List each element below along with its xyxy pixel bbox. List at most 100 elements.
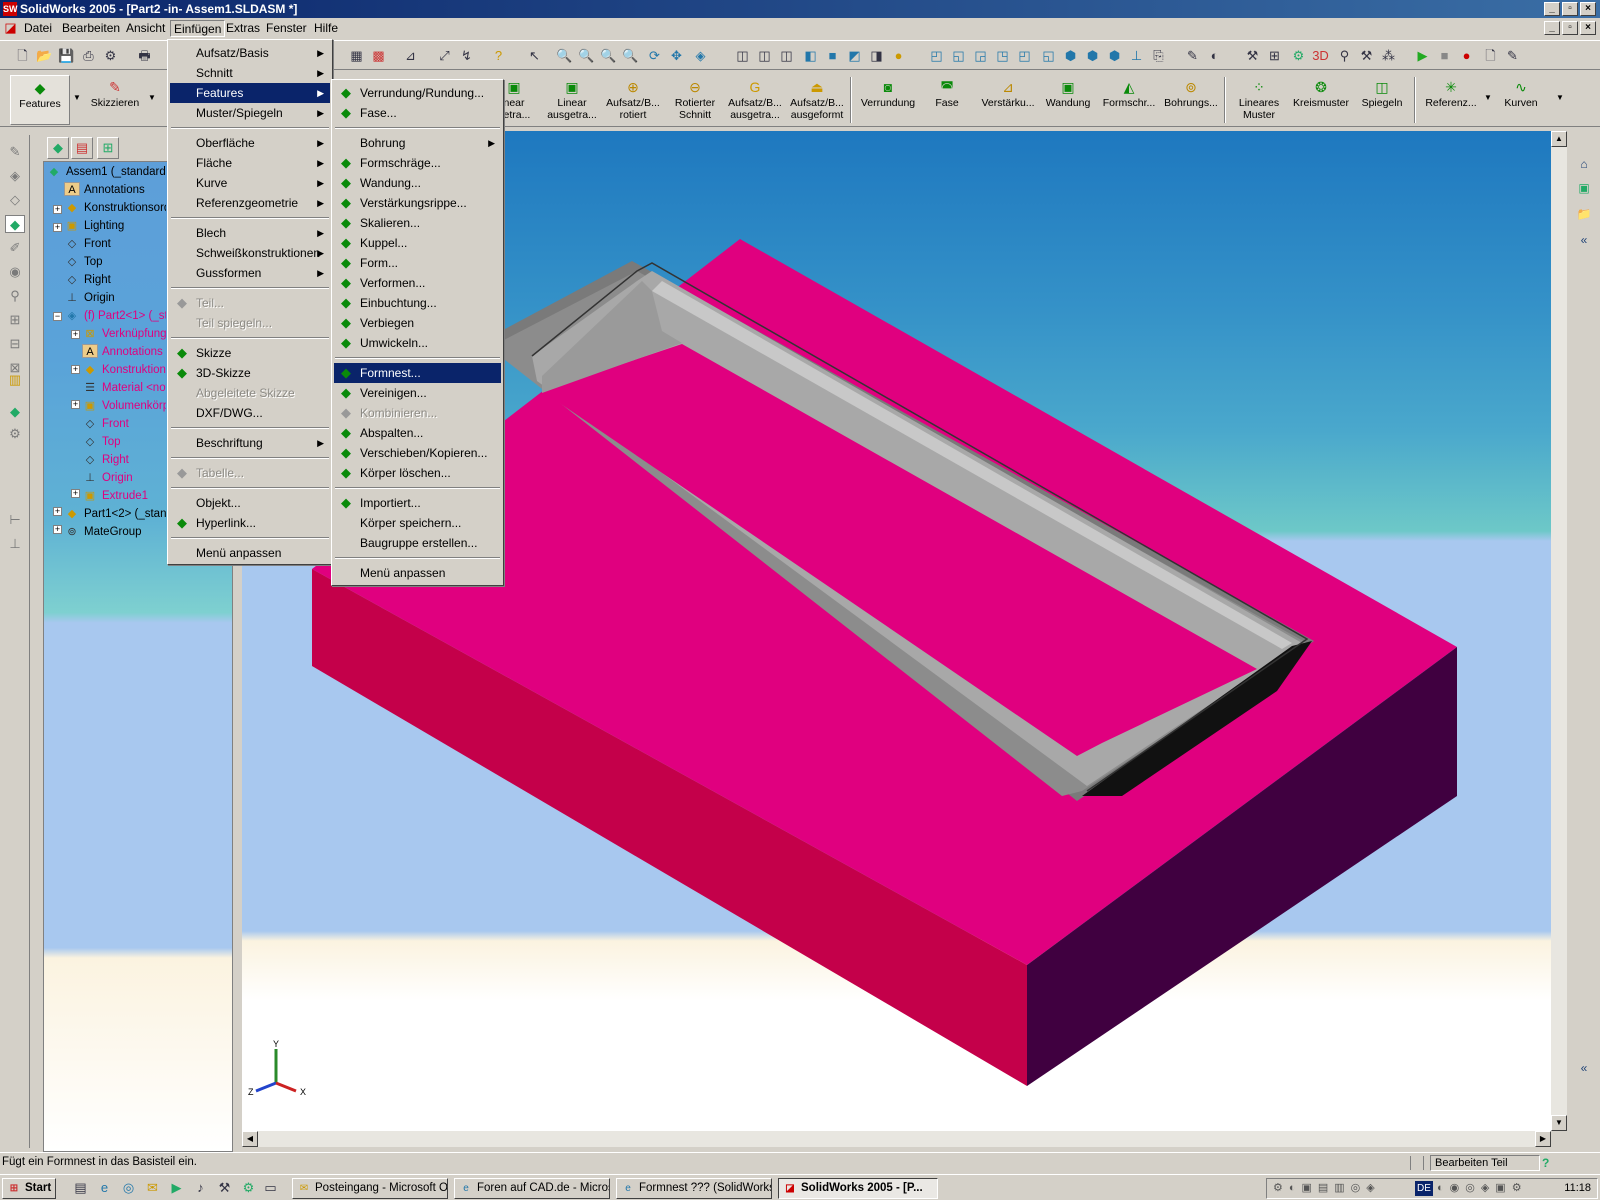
sketch-relations-icon[interactable]: ⊿ bbox=[402, 47, 419, 64]
tree-item-annotations[interactable]: A Annotations bbox=[64, 181, 166, 199]
expand-toggle[interactable]: + bbox=[71, 489, 80, 498]
cm-loft-boss[interactable]: ⏏ Aufsatz/B... ausgeformt bbox=[786, 75, 848, 125]
tree-item-top-plane[interactable]: ◇ Top bbox=[64, 253, 166, 271]
tree-item-origin[interactable]: ⊥ Origin bbox=[64, 289, 166, 307]
sheetmetal-tool-icon[interactable]: ⊟ bbox=[5, 335, 25, 353]
annotation-tool-icon[interactable]: ✐ bbox=[5, 239, 25, 257]
tree-item-right-plane[interactable]: ◇ Right bbox=[64, 271, 166, 289]
view-top-icon[interactable]: ◰ bbox=[1016, 47, 1033, 64]
menu-item-flache[interactable]: Fläche ▶ bbox=[170, 153, 330, 173]
cm-draft[interactable]: ◭ Formschr... bbox=[1098, 75, 1160, 125]
dimension-tool-icon[interactable]: ⊥ bbox=[5, 535, 25, 553]
features-tool-icon[interactable]: ◈ bbox=[5, 167, 25, 185]
menu-item-korper-speichern[interactable]: Körper speichern... bbox=[334, 513, 501, 533]
home-icon[interactable]: ⌂ bbox=[1576, 157, 1592, 173]
menu-item-vereinigen[interactable]: ◆ Vereinigen... bbox=[334, 383, 501, 403]
quicklaunch-media-icon[interactable]: ▶ bbox=[168, 1179, 185, 1196]
doc-close-button[interactable]: × bbox=[1580, 21, 1596, 35]
task-formnest-thread[interactable]: e Formnest ??? (SolidWorks... bbox=[616, 1178, 772, 1199]
tree-item-part-origin[interactable]: ⊥ Origin bbox=[82, 469, 166, 487]
help-icon[interactable]: ? bbox=[490, 47, 507, 64]
gear-tool-icon[interactable]: ⚙ bbox=[5, 425, 25, 443]
language-indicator[interactable]: DE bbox=[1415, 1181, 1433, 1196]
task-outlook[interactable]: ✉ Posteingang - Microsoft O... bbox=[292, 1178, 448, 1199]
tree-item-lighting[interactable]: ▣ Lighting bbox=[64, 217, 166, 235]
reference-tool-icon[interactable]: ◇ bbox=[5, 191, 25, 209]
cm-fillet[interactable]: ◙ Verrundung bbox=[855, 75, 921, 125]
expand-toggle[interactable]: + bbox=[71, 400, 80, 409]
quicklaunch-ie-icon[interactable]: e bbox=[96, 1179, 113, 1196]
quicklaunch-music-icon[interactable]: ♪ bbox=[192, 1179, 209, 1196]
hide-show-icon[interactable]: ◐ bbox=[1206, 47, 1223, 64]
edit-component-icon[interactable]: ✎ bbox=[1184, 47, 1201, 64]
zoom-selection-icon[interactable]: 🔍 bbox=[622, 47, 639, 64]
tree-item-part2[interactable]: ◈(f) Part2<1> (_standard) bbox=[64, 307, 166, 325]
menu-item-menu-anpassen[interactable]: Menü anpassen bbox=[170, 543, 330, 563]
quicklaunch-search-icon[interactable]: ◎ bbox=[120, 1179, 137, 1196]
menu-einfuegen[interactable]: Einfügen bbox=[170, 20, 226, 37]
options-icon[interactable]: ⚙ bbox=[102, 47, 119, 64]
menu-bearbeiten[interactable]: Bearbeiten bbox=[58, 20, 124, 37]
tree-item-design-binder[interactable]: ◆Konstruktionsordner bbox=[64, 199, 166, 217]
macro-run-icon[interactable]: ▶ bbox=[1414, 47, 1431, 64]
cm-revolve-boss[interactable]: ⊕ Aufsatz/B... rotiert bbox=[598, 75, 668, 125]
pan-icon[interactable]: ✥ bbox=[668, 47, 685, 64]
collapse-toggle[interactable]: − bbox=[53, 312, 62, 321]
weldment-tool-icon[interactable]: ⊞ bbox=[5, 311, 25, 329]
viewport-hscroll[interactable]: ◀ ▶ bbox=[242, 1131, 1551, 1147]
expand-toggle[interactable]: + bbox=[53, 205, 62, 214]
scroll-left-button[interactable]: ◀ bbox=[242, 1131, 258, 1147]
menu-item-fase[interactable]: ◆ Fase... bbox=[334, 103, 501, 123]
menu-item-verrundung-rundung[interactable]: ◆ Verrundung/Rundung... bbox=[334, 83, 501, 103]
chart-tool-icon[interactable]: ▥ bbox=[5, 371, 25, 389]
menu-item-verstarkungsrippe[interactable]: ◆ Verstärkungsrippe... bbox=[334, 193, 501, 213]
maximize-button[interactable]: ▫ bbox=[1562, 2, 1578, 16]
menu-item-formnest[interactable]: ◆ Formnest... bbox=[334, 363, 501, 383]
menu-item-teil-spiegeln[interactable]: Teil spiegeln... bbox=[170, 313, 330, 333]
view-left-icon[interactable]: ◲ bbox=[972, 47, 989, 64]
menu-hilfe[interactable]: Hilfe bbox=[310, 20, 342, 37]
menu-item-schweisskonstruktionen[interactable]: Schweißkonstruktionen ▶ bbox=[170, 243, 330, 263]
drill-tool-icon[interactable]: ⚲ bbox=[5, 287, 25, 305]
wireframe-icon[interactable]: ◫ bbox=[734, 47, 751, 64]
select-icon[interactable]: ↖ bbox=[526, 47, 543, 64]
chevron-down-icon[interactable]: ▼ bbox=[148, 93, 156, 102]
tree-item-mategroup[interactable]: ⊚ MateGroup bbox=[64, 523, 166, 541]
menu-item-korper-loschen[interactable]: ◆ Körper löschen... bbox=[334, 463, 501, 483]
menu-item-abgeleitete-skizze[interactable]: Abgeleitete Skizze bbox=[170, 383, 330, 403]
quicklaunch-outlook-icon[interactable]: ✉ bbox=[144, 1179, 161, 1196]
view-back-icon[interactable]: ◱ bbox=[950, 47, 967, 64]
menu-item-objekt[interactable]: Objekt... bbox=[170, 493, 330, 513]
open-icon[interactable]: 📂 bbox=[36, 47, 53, 64]
quicklaunch-tool-icon[interactable]: ⚒ bbox=[216, 1179, 233, 1196]
file-explorer-icon[interactable]: 📁 bbox=[1576, 207, 1592, 223]
macro-record-icon[interactable]: ● bbox=[1458, 47, 1475, 64]
menu-item-gussformen[interactable]: Gussformen ▶ bbox=[170, 263, 330, 283]
insert-component-icon[interactable]: ⊞ bbox=[1266, 47, 1283, 64]
tray-icons[interactable]: ⚙◐▣▤▥◎◈ bbox=[1273, 1179, 1381, 1198]
tree-item-part-top[interactable]: ◇ Top bbox=[82, 433, 166, 451]
rebuild-grid-icon[interactable]: ▩ bbox=[370, 47, 387, 64]
zoom-fit-icon[interactable]: 🔍 bbox=[556, 47, 573, 64]
menu-item-muster-spiegeln[interactable]: Muster/Spiegeln ▶ bbox=[170, 103, 330, 123]
cm-tab-skizzieren[interactable]: ✎ Skizzieren bbox=[84, 75, 146, 125]
view-bottom-icon[interactable]: ◱ bbox=[1040, 47, 1057, 64]
scroll-down-button[interactable]: ▼ bbox=[1551, 1115, 1567, 1131]
menu-item-hyperlink[interactable]: ◆ Hyperlink... bbox=[170, 513, 330, 533]
view-dimetric-icon[interactable]: ⬢ bbox=[1106, 47, 1123, 64]
menu-item-blech[interactable]: Blech ▶ bbox=[170, 223, 330, 243]
expand-toggle[interactable]: + bbox=[71, 365, 80, 374]
tree-item-part-design-binder[interactable]: ◆Konstruktionsordner bbox=[82, 361, 166, 379]
menu-ansicht[interactable]: Ansicht bbox=[122, 20, 169, 37]
help-status-icon[interactable]: ? bbox=[1542, 1156, 1549, 1170]
menu-item-kurve[interactable]: Kurve ▶ bbox=[170, 173, 330, 193]
task-cad-forum[interactable]: e Foren auf CAD.de - Micros... bbox=[454, 1178, 610, 1199]
tree-item-part-right[interactable]: ◇ Right bbox=[82, 451, 166, 469]
normal-to-icon[interactable]: ⊥ bbox=[1128, 47, 1145, 64]
expand-toggle[interactable]: + bbox=[71, 330, 80, 339]
shaded-icon[interactable]: ■ bbox=[824, 47, 841, 64]
task-solidworks[interactable]: ◪ SolidWorks 2005 - [P... bbox=[778, 1178, 938, 1199]
menu-item-menu-anpassen[interactable]: Menü anpassen bbox=[334, 563, 501, 583]
menu-item-kombinieren[interactable]: ◆ Kombinieren... bbox=[334, 403, 501, 423]
tab-configuration-manager[interactable]: ⊞ bbox=[97, 137, 119, 159]
